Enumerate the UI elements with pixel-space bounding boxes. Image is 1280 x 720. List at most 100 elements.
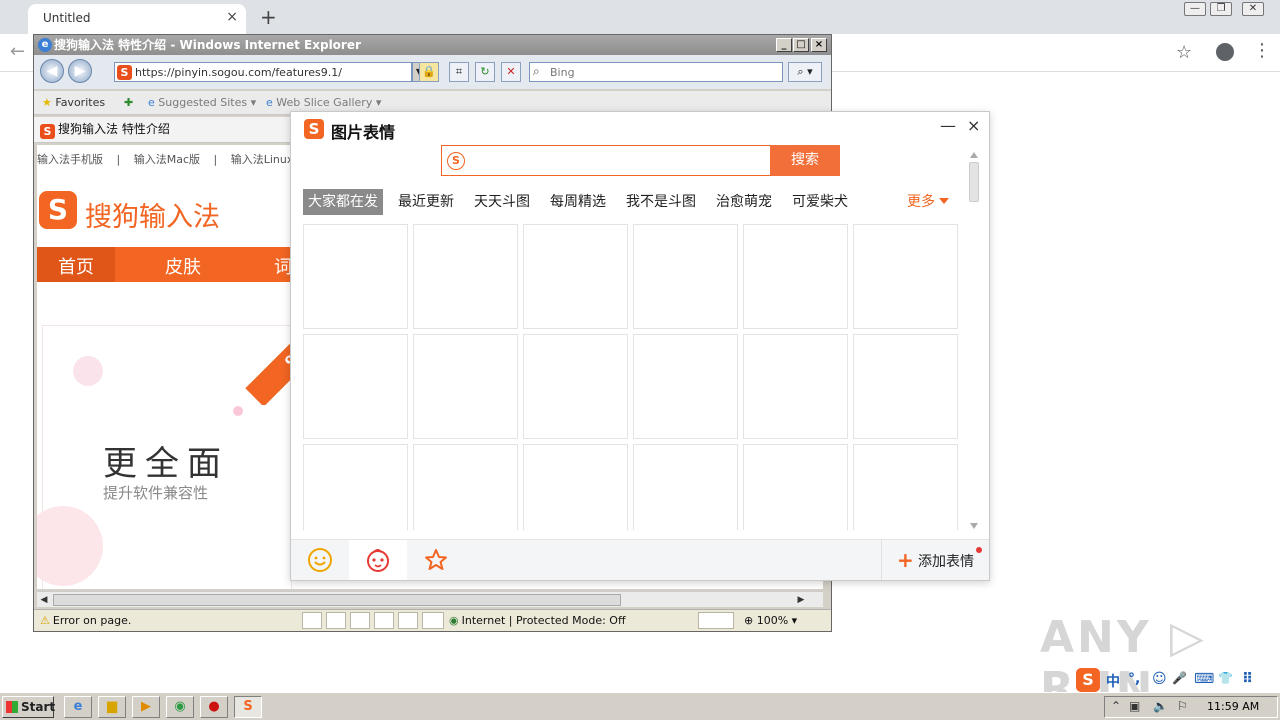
smiley-icon[interactable] (291, 540, 349, 580)
category-tab-daily[interactable]: 天天斗图 (469, 189, 535, 215)
ie-minimize-button[interactable]: _ (776, 38, 792, 52)
category-tab-not-doutu[interactable]: 我不是斗图 (621, 189, 701, 215)
ie-close-button[interactable]: × (811, 38, 827, 52)
sticker-cell[interactable] (743, 334, 848, 439)
ime-emoji-icon[interactable]: ☺ (1152, 671, 1167, 687)
add-sticker-button[interactable]: + 添加表情 (881, 540, 989, 580)
status-error[interactable]: ⚠ Error on page. (40, 614, 131, 627)
chrome-close-button[interactable]: ✕ (1242, 2, 1264, 16)
tray-expand-icon[interactable]: ⌃ (1111, 699, 1121, 713)
new-tab-button[interactable]: + (260, 5, 277, 29)
top-link-mac[interactable]: 输入法Mac版 (134, 153, 200, 166)
ie-forward-icon[interactable]: ▶ (68, 59, 92, 83)
category-tab-latest[interactable]: 最近更新 (393, 189, 459, 215)
more-categories-button[interactable]: 更多 (907, 189, 949, 215)
ie-navigation-bar: ◀ ▶ S https://pinyin.sogou.com/features9… (34, 55, 831, 89)
favorites-button[interactable]: ★ Favorites (42, 96, 105, 109)
lock-icon[interactable]: 🔒 (419, 62, 439, 82)
sticker-cell[interactable] (303, 444, 408, 530)
stop-icon[interactable]: ✕ (501, 62, 521, 82)
category-tab-trending[interactable]: 大家都在发 (303, 189, 383, 215)
sticker-cell[interactable] (743, 224, 848, 329)
sticker-search-input[interactable] (470, 149, 760, 173)
scroll-right-icon[interactable]: ▶ (794, 593, 808, 607)
refresh-icon[interactable]: ↻ (475, 62, 495, 82)
chrome-menu-icon[interactable]: ⋮ (1253, 40, 1271, 61)
sticker-cell[interactable] (853, 334, 958, 439)
scroll-left-icon[interactable]: ◀ (37, 593, 51, 607)
category-tab-shiba[interactable]: 可爱柴犬 (787, 189, 853, 215)
address-bar[interactable]: S https://pinyin.sogou.com/features9.1/ (114, 62, 412, 82)
compatibility-view-icon[interactable]: ⌗ (449, 62, 469, 82)
back-arrow-icon[interactable]: ← (10, 41, 25, 62)
profile-avatar-icon[interactable] (1216, 43, 1234, 61)
sticker-cell[interactable] (523, 224, 628, 329)
popup-close-button[interactable]: × (967, 116, 980, 135)
ie-page-icon: e (266, 96, 273, 109)
ime-mode-toggle[interactable]: 中 (1106, 671, 1120, 691)
explorer-folder-icon[interactable]: ▆ (98, 696, 126, 718)
chrome-minimize-button[interactable]: — (1184, 2, 1206, 16)
sticker-cell[interactable] (853, 224, 958, 329)
chrome-restore-button[interactable]: ❐ (1210, 2, 1232, 16)
suggested-sites-link[interactable]: e Suggested Sites ▾ (148, 96, 256, 109)
sogou-taskbar-icon[interactable]: S (234, 696, 262, 718)
nav-item-skins[interactable]: 皮肤 (165, 253, 201, 279)
sticker-cell[interactable] (413, 444, 518, 530)
top-link-mobile[interactable]: 输入法手机版 (37, 153, 103, 166)
volume-icon[interactable]: 🔈 (1153, 699, 1168, 713)
sticker-cell[interactable] (853, 444, 958, 530)
network-icon[interactable]: ▣ (1129, 699, 1140, 713)
ime-microphone-icon[interactable]: 🎤 (1172, 671, 1187, 685)
top-link-linux[interactable]: 输入法Linux (231, 153, 294, 166)
category-tab-weekly[interactable]: 每周精选 (545, 189, 611, 215)
opera-taskbar-icon[interactable]: ● (200, 696, 228, 718)
popup-vertical-scrollbar[interactable] (968, 152, 980, 532)
ime-toolbox-icon[interactable]: ⠿ (1242, 671, 1253, 687)
chrome-taskbar-icon[interactable]: ◉ (166, 696, 194, 718)
nav-item-home[interactable]: 首页 (58, 253, 94, 279)
bing-search-field[interactable]: ⌕ Bing (529, 62, 783, 82)
add-favorite-icon[interactable]: ✚ (124, 96, 133, 109)
sticker-cell[interactable] (633, 444, 738, 530)
category-tab-pets[interactable]: 治愈萌宠 (711, 189, 777, 215)
sticker-cell[interactable] (413, 224, 518, 329)
ime-keyboard-icon[interactable]: ⌨ (1194, 671, 1214, 687)
sticker-cell[interactable] (303, 224, 408, 329)
globe-icon: ◉ (449, 614, 459, 627)
horizontal-scrollbar[interactable]: ◀ ▶ (37, 591, 823, 607)
ie-taskbar-icon[interactable]: e (64, 696, 92, 718)
sogou-ime-logo-icon[interactable]: S (1076, 668, 1100, 692)
ie-back-icon[interactable]: ◀ (40, 59, 64, 83)
zoom-control[interactable]: ⊕ 100% ▾ (744, 614, 797, 627)
star-icon[interactable] (407, 540, 465, 580)
search-button[interactable]: ⌕ ▾ (788, 62, 822, 82)
start-button[interactable]: Start (2, 696, 55, 718)
media-player-icon[interactable]: ▶ (132, 696, 160, 718)
ie-tab[interactable]: S 搜狗输入法 特性介绍 (40, 120, 170, 139)
sticker-cell[interactable] (743, 444, 848, 530)
sticker-cell[interactable] (523, 334, 628, 439)
sticker-cell[interactable] (633, 224, 738, 329)
doll-face-icon[interactable] (349, 540, 407, 580)
chrome-tab-close-icon[interactable]: × (226, 9, 238, 25)
action-center-flag-icon[interactable]: ⚐ (1177, 699, 1188, 713)
scroll-up-icon[interactable] (970, 152, 978, 158)
sticker-search-button[interactable]: 搜索 (770, 145, 840, 176)
popup-scroll-thumb[interactable] (969, 162, 979, 202)
sticker-cell[interactable] (633, 334, 738, 439)
scroll-thumb[interactable] (53, 594, 621, 606)
sticker-cell[interactable] (413, 334, 518, 439)
popup-minimize-button[interactable]: — (940, 116, 956, 135)
ime-punctuation-toggle[interactable]: °, (1128, 671, 1140, 687)
sticker-cell[interactable] (303, 334, 408, 439)
sticker-cell[interactable] (523, 444, 628, 530)
bookmark-star-icon[interactable]: ☆ (1176, 42, 1192, 63)
chrome-tab[interactable]: Untitled × (28, 4, 246, 34)
ime-skin-icon[interactable]: 👕 (1218, 671, 1233, 685)
web-slice-gallery-link[interactable]: e Web Slice Gallery ▾ (266, 96, 381, 109)
clock[interactable]: 11:59 AM (1207, 700, 1259, 713)
scroll-down-icon[interactable] (970, 523, 978, 529)
ie-maximize-button[interactable]: □ (793, 38, 809, 52)
security-zone[interactable]: ◉ Internet | Protected Mode: Off (449, 614, 626, 627)
